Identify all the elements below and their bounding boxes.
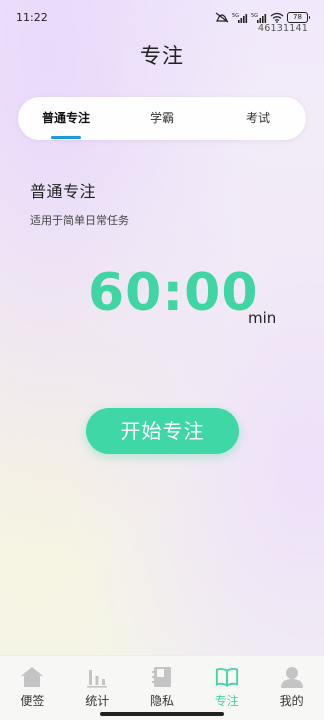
bar-chart-icon [85, 665, 109, 689]
nav-item-stats[interactable]: 统计 [65, 656, 130, 720]
signal-5g-icon: 5G [232, 12, 248, 23]
page-title: 专注 [140, 44, 184, 68]
mode-title: 普通专注 [30, 182, 97, 201]
status-bar: 11:22 5G 5G 78 46131141 [0, 0, 324, 34]
start-focus-button[interactable]: 开始专注 [86, 408, 239, 454]
tab-label: 普通专注 [41, 111, 90, 125]
nav-label: 便签 [20, 694, 45, 708]
mute-icon [215, 12, 229, 23]
nav-item-privacy[interactable]: 隐私 [130, 656, 195, 720]
tab-normal-focus[interactable]: 普通专注 [18, 97, 114, 140]
nav-label: 统计 [85, 694, 110, 708]
signal-5g-icon: 5G [251, 12, 267, 23]
watermark-number: 46131141 [258, 23, 308, 34]
mode-description: 适用于简单日常任务 [30, 214, 129, 227]
nav-label: 隐私 [149, 694, 174, 708]
notebook-icon [150, 665, 174, 689]
nav-item-profile[interactable]: 我的 [259, 656, 324, 720]
timer-unit: min [248, 309, 277, 327]
home-indicator [100, 712, 224, 716]
home-icon [20, 665, 44, 689]
nav-label: 专注 [214, 694, 239, 708]
tab-active-indicator [51, 136, 81, 139]
tab-exam[interactable]: 考试 [210, 97, 306, 140]
tab-label: 考试 [245, 111, 270, 125]
status-time: 11:22 [16, 11, 48, 24]
tab-top-student[interactable]: 学霸 [114, 97, 210, 140]
nav-item-focus[interactable]: 专注 [194, 656, 259, 720]
battery-icon: 78 [287, 11, 310, 23]
wifi-icon [270, 12, 284, 23]
tab-label: 学霸 [149, 111, 174, 125]
svg-text:5G: 5G [251, 13, 258, 19]
focus-mode-tabs: 普通专注 学霸 考试 [18, 97, 306, 140]
svg-text:5G: 5G [232, 13, 239, 19]
nav-item-notes[interactable]: 便签 [0, 656, 65, 720]
timer-display[interactable]: 60:00 [88, 258, 259, 328]
status-icons: 5G 5G 78 [215, 11, 310, 23]
nav-label: 我的 [279, 694, 304, 708]
user-icon [280, 665, 304, 689]
open-book-icon [215, 665, 239, 689]
bottom-nav: 便签 统计 隐私 专注 我的 [0, 655, 324, 720]
